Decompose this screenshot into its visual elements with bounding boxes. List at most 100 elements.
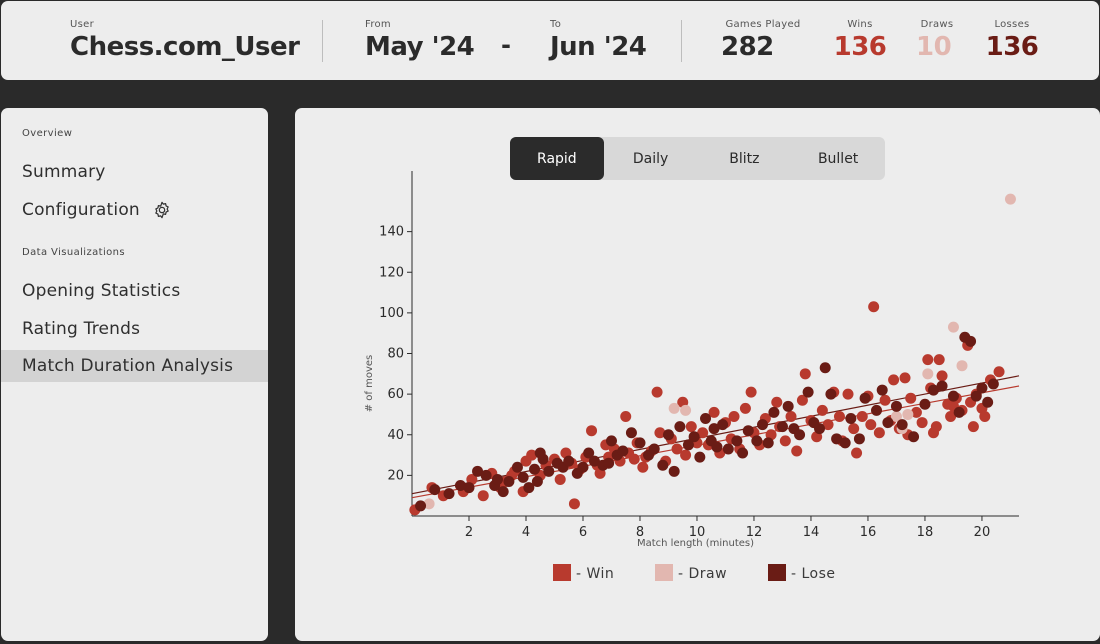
data-point-draw [902,408,914,420]
sidebar-item-match-duration-analysis[interactable]: Match Duration Analysis [1,350,268,382]
data-point-lose [700,413,712,424]
header-divider [322,20,323,62]
sidebar-item-configuration[interactable]: Configuration [1,194,268,226]
user-value: Chess.com_User [70,32,300,62]
data-point-win [842,388,854,400]
match-duration-scatter-chart: 2 4 6 8 10 12 14 16 18 2020406080100120140Match l… [364,171,1020,582]
user-label: User [70,19,94,30]
data-point-win [916,417,928,429]
data-point-lose [876,384,888,396]
data-point-lose [919,398,931,410]
losses-value: 136 [985,32,1039,62]
data-point-lose [662,429,674,441]
draws-value: 10 [916,32,952,62]
data-point-win [967,421,979,433]
data-point-lose [982,396,994,408]
data-point-lose [648,443,660,455]
data-point-win [936,370,948,382]
data-point-lose [768,406,780,418]
data-point-lose [987,378,999,390]
sidebar-item-label: Rating Trends [22,319,141,339]
data-point-lose [711,441,723,453]
data-point-win [856,410,868,422]
to-label: To [550,19,562,30]
data-point-lose [936,380,948,392]
data-point-win [851,447,863,459]
data-point-lose [845,413,857,424]
games-played-stat: Games Played 282 [717,19,809,62]
data-point-win [586,425,598,437]
data-point-win [979,410,991,422]
y-tick-label: 80 [387,347,404,362]
data-point-lose [839,437,851,449]
data-point-draw [668,402,680,414]
data-point-lose [429,484,441,496]
data-point-lose [853,433,865,445]
data-point-lose [953,406,965,418]
x-tick-label: 2 [465,525,473,540]
data-point-win [771,396,783,408]
data-point-lose [694,451,706,463]
y-tick-label: 40 [387,428,404,443]
data-point-win [993,366,1005,378]
wins-label: Wins [847,19,873,30]
x-tick-label: 18 [917,525,934,540]
y-tick-label: 100 [379,306,404,321]
x-tick-label: 20 [974,525,991,540]
legend-swatch-lose [768,564,786,581]
data-point-draw [922,368,934,380]
data-point-win [930,421,942,433]
draws-label: Draws [920,19,954,30]
data-point-win [745,386,757,398]
data-point-win [739,402,751,414]
gear-icon[interactable] [152,200,172,220]
data-point-win [685,421,697,433]
data-point-lose [722,443,734,455]
data-visualizations-section-heading: Data Visualizations [22,247,126,258]
data-point-win [791,445,803,457]
y-tick-label: 120 [379,265,404,280]
x-axis-title: Match length (minutes) [637,538,754,549]
data-point-lose [491,473,503,485]
legend-swatch-draw [655,564,673,581]
user-stat: User Chess.com_User [70,19,300,62]
trendline-lose [411,375,1020,495]
data-point-lose [708,423,720,435]
data-point-lose [688,431,700,443]
sidebar-item-summary[interactable]: Summary [1,156,268,188]
data-point-win [879,394,891,406]
data-point-draw [1004,193,1016,205]
data-point-lose [896,419,908,431]
data-point-lose [415,500,427,512]
date-range-separator: - [501,31,511,59]
data-point-lose [751,435,763,447]
stats-header: User Chess.com_User From May '24 - To Ju… [1,1,1099,80]
data-point-win [848,423,860,435]
data-point-lose [657,459,669,471]
wins-stat: Wins 136 [831,19,889,62]
data-point-lose [965,335,977,347]
data-point-lose [871,404,883,416]
data-point-win [651,386,663,398]
data-point-lose [976,382,988,394]
data-point-draw [947,321,959,333]
data-point-lose [776,421,788,433]
data-point-win [888,374,900,386]
data-point-lose [890,400,902,412]
sidebar-item-label: Configuration [22,200,140,220]
sidebar-item-label: Opening Statistics [22,281,181,301]
data-point-win [922,354,934,366]
losses-stat: Losses 136 [983,19,1041,62]
y-tick-label: 140 [379,225,404,240]
data-point-win [477,490,489,502]
data-point-lose [737,447,749,459]
sidebar-item-rating-trends[interactable]: Rating Trends [1,313,268,345]
data-point-lose [480,469,492,481]
sidebar-item-opening-statistics[interactable]: Opening Statistics [1,275,268,307]
data-point-lose [757,419,769,431]
to-value: Jun '24 [550,32,647,62]
games-played-label: Games Played [725,19,801,30]
draws-stat: Draws 10 [907,19,967,62]
from-stat: From May '24 [365,19,475,62]
data-point-win [680,449,692,461]
